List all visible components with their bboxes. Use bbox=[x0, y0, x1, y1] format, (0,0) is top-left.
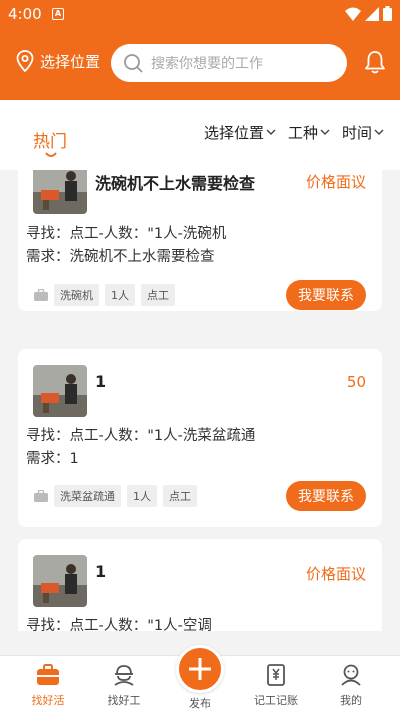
job-seek-line: 寻找：点工-人数："1人-空调 bbox=[26, 618, 212, 631]
tab-label: 记工记账 bbox=[254, 694, 298, 707]
job-title: 洗碗机不上水需要检查 bbox=[95, 174, 256, 193]
tab-find-work[interactable]: 找好活 bbox=[18, 664, 78, 708]
chevron-down-icon bbox=[266, 129, 276, 135]
job-title: 1 bbox=[95, 562, 107, 581]
tab-label: 我的 bbox=[340, 694, 362, 707]
tab-hot[interactable]: 热门 bbox=[33, 127, 67, 152]
job-card[interactable]: 洗碗机不上水需要检查 价格面议 寻找：点工-人数："1人-洗碗机 需求：洗碗机不… bbox=[18, 170, 382, 311]
job-price: 50 bbox=[346, 373, 366, 391]
filter-location[interactable]: 选择位置 bbox=[204, 122, 276, 143]
location-pin-icon bbox=[16, 50, 34, 72]
job-card[interactable]: 1 价格面议 寻找：点工-人数："1人-空调 bbox=[18, 539, 382, 631]
chevron-down-icon bbox=[320, 129, 330, 135]
status-bar: 4:00 A bbox=[0, 0, 400, 28]
contact-button[interactable]: 我要联系 bbox=[286, 481, 366, 511]
job-seek-line: 寻找：点工-人数："1人-洗菜盆疏通 bbox=[26, 428, 256, 444]
job-title: 1 bbox=[95, 372, 107, 391]
job-thumbnail bbox=[33, 555, 87, 607]
signal-icon bbox=[365, 6, 379, 21]
filter-time-label: 时间 bbox=[341, 124, 372, 142]
bell-icon[interactable] bbox=[364, 50, 386, 78]
wifi-icon bbox=[345, 7, 361, 21]
contact-button[interactable]: 我要联系 bbox=[286, 280, 366, 310]
chevron-down-icon bbox=[374, 129, 384, 135]
filter-trade[interactable]: 工种 bbox=[288, 122, 330, 143]
job-tag: 洗菜盆疏通 bbox=[54, 485, 121, 507]
job-thumbnail bbox=[33, 170, 87, 214]
publish-button[interactable] bbox=[176, 645, 224, 693]
location-selector[interactable]: 选择位置 bbox=[16, 50, 100, 72]
briefcase-icon bbox=[34, 289, 48, 301]
job-tag: 1人 bbox=[127, 485, 157, 507]
job-need-line: 需求：1 bbox=[26, 451, 79, 467]
job-price: 价格面议 bbox=[305, 565, 366, 583]
job-card[interactable]: 1 50 寻找：点工-人数："1人-洗菜盆疏通 需求：1 洗菜盆疏通 1人 点工… bbox=[18, 349, 382, 527]
job-list: 洗碗机不上水需要检查 价格面议 寻找：点工-人数："1人-洗碗机 需求：洗碗机不… bbox=[0, 170, 400, 631]
app-header: 选择位置 搜索你想要的工作 bbox=[0, 28, 400, 100]
search-icon bbox=[124, 54, 143, 73]
job-tag: 点工 bbox=[163, 485, 197, 507]
briefcase-icon bbox=[37, 664, 59, 685]
job-seek-line: 寻找：点工-人数："1人-洗碗机 bbox=[26, 226, 227, 242]
ledger-yen-icon bbox=[267, 664, 285, 686]
job-thumbnail bbox=[33, 365, 87, 417]
tab-mine[interactable]: 我的 bbox=[321, 664, 381, 708]
filter-time[interactable]: 时间 bbox=[342, 122, 384, 143]
tab-label: 找好工 bbox=[107, 694, 141, 707]
filter-dropdowns: 选择位置 工种 时间 bbox=[204, 122, 384, 143]
job-tags: 洗碗机 1人 点工 bbox=[34, 284, 175, 306]
tab-work-ledger[interactable]: 记工记账 bbox=[246, 664, 306, 708]
job-price: 价格面议 bbox=[305, 173, 366, 191]
filter-bar: 热门 选择位置 工种 时间 bbox=[0, 100, 400, 170]
notification-a-icon: A bbox=[52, 8, 64, 20]
job-tag: 点工 bbox=[141, 284, 175, 306]
job-tag: 1人 bbox=[105, 284, 135, 306]
briefcase-icon bbox=[34, 490, 48, 502]
location-label: 选择位置 bbox=[40, 52, 101, 71]
job-need-line: 需求：洗碗机不上水需要检查 bbox=[26, 249, 215, 265]
tab-label: 找好活 bbox=[31, 694, 65, 707]
job-tag: 洗碗机 bbox=[54, 284, 99, 306]
publish-label: 发布 bbox=[189, 697, 211, 710]
status-time: 4:00 bbox=[8, 5, 42, 23]
search-input[interactable]: 搜索你想要的工作 bbox=[111, 44, 347, 82]
plus-icon bbox=[189, 658, 211, 680]
filter-trade-label: 工种 bbox=[287, 124, 318, 142]
system-icons bbox=[345, 6, 392, 21]
search-placeholder: 搜索你想要的工作 bbox=[151, 56, 263, 72]
active-tab-indicator-icon bbox=[45, 152, 57, 157]
job-tags: 洗菜盆疏通 1人 点工 bbox=[34, 485, 197, 507]
user-face-icon bbox=[341, 664, 361, 686]
worker-helmet-icon bbox=[114, 665, 134, 686]
tab-find-workers[interactable]: 找好工 bbox=[94, 664, 154, 708]
battery-icon bbox=[383, 6, 392, 21]
filter-location-label: 选择位置 bbox=[203, 124, 264, 142]
